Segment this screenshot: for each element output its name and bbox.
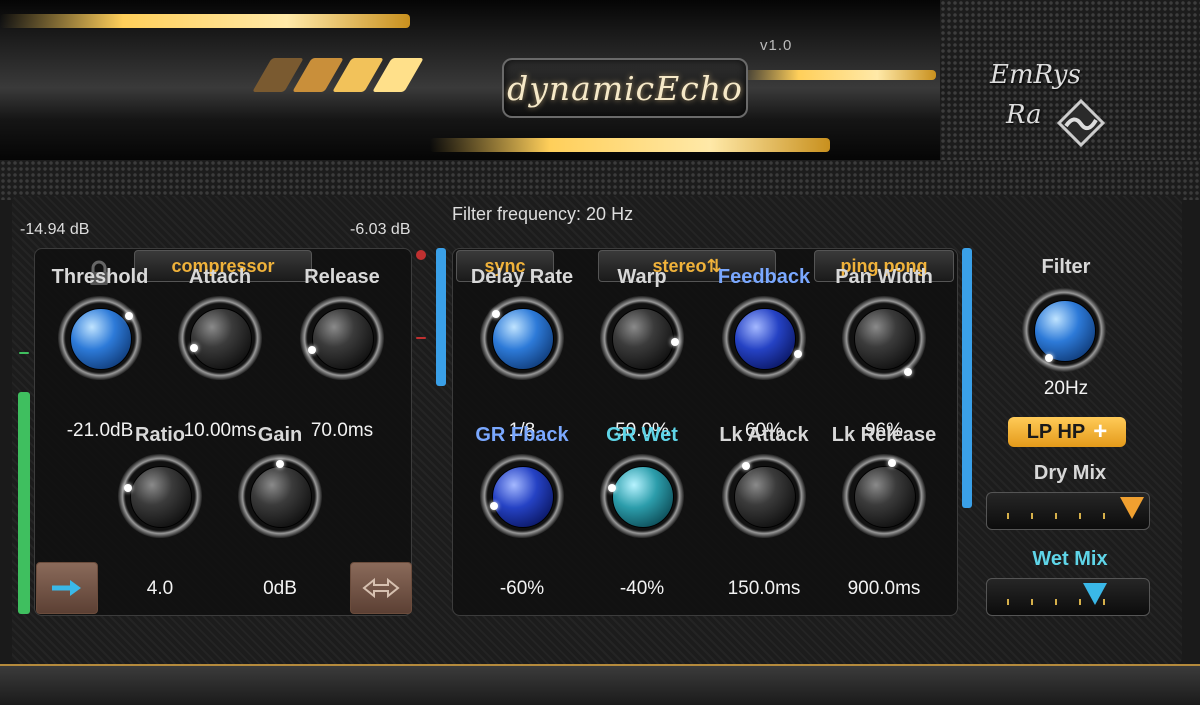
compressor-release-knob[interactable] (300, 296, 384, 380)
delay-warp-knob[interactable] (600, 296, 684, 380)
compressor-gain-knob-cap (250, 466, 312, 528)
compressor-gain-knob-indicator (276, 460, 284, 468)
output-level-peak (416, 250, 426, 260)
dry-mix-slider[interactable] (986, 492, 1150, 530)
delay-pan-width-knob[interactable] (842, 296, 926, 380)
compressor-threshold-knob-cap (70, 308, 132, 370)
plus-icon: + (1093, 418, 1108, 445)
wet-mix-label: Wet Mix (1032, 548, 1108, 570)
delay-left-accent-bar (436, 248, 446, 386)
delay-lk-attack-knob[interactable] (722, 454, 806, 538)
wet-mix-handle[interactable] (1083, 583, 1107, 605)
brand-logo: EmRys Ra (990, 60, 1130, 160)
compressor-attach-knob[interactable] (178, 296, 262, 380)
plugin-title-plate: dynamicEcho (502, 58, 748, 118)
arrows-horizontal-icon (362, 577, 400, 599)
input-level-readout: -14.94 dB (20, 221, 90, 238)
filter-label: Filter (1041, 256, 1091, 278)
compressor-release-knob-indicator (308, 346, 316, 354)
compressor-gain-value: 0dB (263, 578, 297, 599)
header-lower-mesh (0, 160, 1200, 200)
delay-delay-rate-knob-cap (492, 308, 554, 370)
brand-logo-line2: Ra (1006, 100, 1042, 130)
wet-mix-tick (1031, 599, 1033, 605)
delay-pan-width-knob-indicator (904, 368, 912, 376)
delay-warp-knob-cap (612, 308, 674, 370)
compressor-gain-knob[interactable] (238, 454, 322, 538)
delay-right-accent-bar (962, 248, 972, 508)
delay-gr-fback-knob-cap (492, 466, 554, 528)
compressor-ratio-knob-cap (130, 466, 192, 528)
compressor-attach-knob-cap (190, 308, 252, 370)
header-gold-bar-right (740, 70, 936, 80)
dry-mix-tick (1079, 513, 1081, 519)
dry-mix-tick (1007, 513, 1009, 519)
delay-gr-wet-knob-cap (612, 466, 674, 528)
compressor-gain-label: Gain (257, 424, 303, 446)
delay-gr-wet-knob-indicator (608, 484, 616, 492)
lp-hp-toggle-button[interactable]: LP HP + (1008, 417, 1126, 447)
dry-mix-handle[interactable] (1120, 497, 1144, 519)
compressor-left-button[interactable] (36, 562, 98, 614)
delay-warp-knob-indicator (671, 338, 679, 346)
delay-lk-release-knob[interactable] (842, 454, 926, 538)
filter-knob[interactable] (1022, 288, 1106, 372)
filter-knob-cap (1034, 300, 1096, 362)
compressor-threshold-knob[interactable] (58, 296, 142, 380)
compressor-threshold-knob-indicator (125, 312, 133, 320)
plugin-title: dynamicEcho (507, 68, 743, 108)
delay-pan-width-label: Pan Width (835, 266, 933, 288)
header-gold-bar-bottom (430, 138, 830, 152)
output-level-readout: -6.03 dB (350, 221, 411, 238)
delay-feedback-knob[interactable] (722, 296, 806, 380)
wet-mix-tick (1079, 599, 1081, 605)
delay-lk-release-label: Lk Release (831, 424, 937, 446)
delay-feedback-knob-indicator (794, 350, 802, 358)
compressor-attach-knob-indicator (190, 344, 198, 352)
lp-hp-label: LP HP (1026, 420, 1086, 443)
delay-lk-release-knob-indicator (888, 459, 896, 467)
delay-lk-attack-knob-indicator (742, 462, 750, 470)
compressor-right-button[interactable] (350, 562, 412, 614)
dry-mix-tick (1031, 513, 1033, 519)
input-level-peak (19, 352, 29, 354)
dry-mix-tick (1055, 513, 1057, 519)
dry-mix-label: Dry Mix (1033, 462, 1107, 484)
wet-mix-tick (1007, 599, 1009, 605)
compressor-release-knob-cap (312, 308, 374, 370)
brand-diamond-icon (1056, 98, 1106, 148)
wet-mix-tick (1055, 599, 1057, 605)
delay-feedback-knob-cap (734, 308, 796, 370)
delay-gr-fback-knob[interactable] (480, 454, 564, 538)
brand-logo-line1: EmRys (990, 60, 1081, 90)
compressor-ratio-knob-indicator (124, 484, 132, 492)
delay-delay-rate-knob-indicator (492, 310, 500, 318)
delay-lk-attack-knob-cap (734, 466, 796, 528)
delay-delay-rate-knob[interactable] (480, 296, 564, 380)
header-gold-bar-top (0, 14, 410, 28)
filter-value: 20Hz (1043, 378, 1089, 399)
delay-gr-wet-knob[interactable] (600, 454, 684, 538)
compressor-release-label: Release (304, 266, 380, 288)
header-bar: dynamicEcho v1.0 (0, 0, 940, 162)
delay-gr-fback-knob-indicator (490, 502, 498, 510)
filter-knob-indicator (1045, 354, 1053, 362)
output-level-mark (416, 337, 426, 339)
delay-lk-release-value: 900.0ms (847, 578, 921, 599)
dry-mix-tick (1103, 513, 1105, 519)
delay-pan-width-knob-cap (854, 308, 916, 370)
footer-bar (0, 664, 1200, 705)
arrow-right-icon (52, 580, 81, 596)
wet-mix-slider[interactable] (986, 578, 1150, 616)
compressor-ratio-knob[interactable] (118, 454, 202, 538)
filter-frequency-status: Filter frequency: 20 Hz (452, 204, 634, 224)
version-label: v1.0 (760, 37, 793, 54)
delay-lk-release-knob-cap (854, 466, 916, 528)
